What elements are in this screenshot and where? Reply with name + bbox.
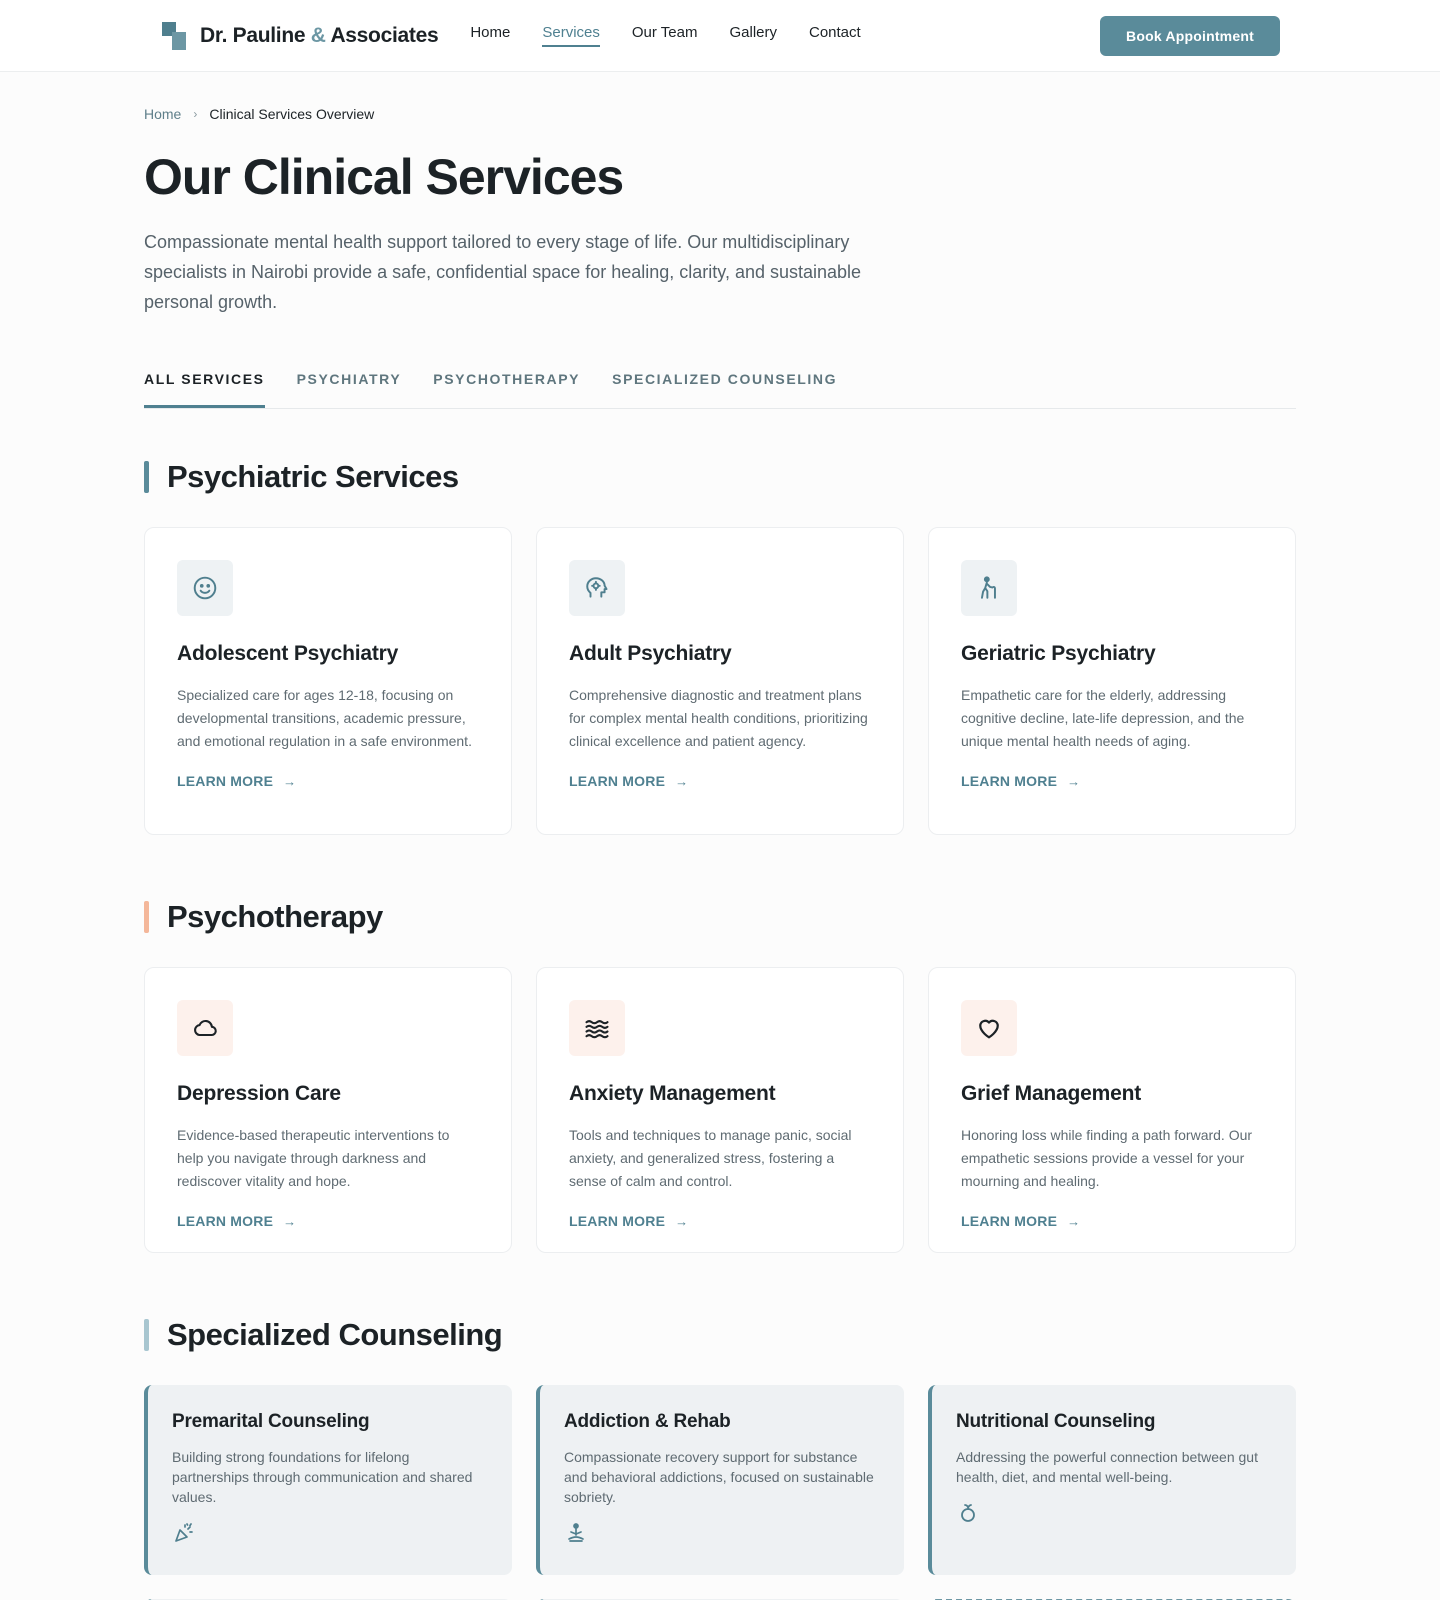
nav-gallery[interactable]: Gallery — [729, 24, 777, 47]
celebration-icon — [172, 1521, 488, 1550]
card-title: Adult Psychiatry — [569, 642, 732, 665]
psychotherapy-cards: Depression Care Evidence-based therapeut… — [144, 967, 1296, 1253]
service-tabs: ALL SERVICES PSYCHIATRY PSYCHOTHERAPY SP… — [144, 361, 1296, 409]
section-title-text: Psychiatric Services — [167, 459, 459, 494]
card-description: Tools and techniques to manage panic, so… — [569, 1127, 852, 1189]
meditation-icon — [564, 1521, 880, 1550]
card-title: Anxiety Management — [569, 1082, 776, 1105]
breadcrumb-current: Clinical Services Overview — [209, 106, 375, 122]
tab-psychotherapy[interactable]: PSYCHOTHERAPY — [433, 361, 580, 408]
learn-more-link[interactable]: LEARN MORE → — [961, 1213, 1263, 1229]
section-title-psychotherapy: Psychotherapy — [144, 899, 1296, 935]
breadcrumb: Home › Clinical Services Overview — [144, 106, 1296, 122]
nav-services[interactable]: Services — [542, 24, 600, 47]
book-appointment-button[interactable]: Book Appointment — [1100, 16, 1280, 56]
card-description: Building strong foundations for lifelong… — [172, 1449, 473, 1505]
tab-specialized-counseling[interactable]: SPECIALIZED COUNSELING — [612, 361, 837, 408]
section-accent-bar — [144, 1319, 149, 1351]
heart-icon — [961, 1000, 1017, 1056]
section-title-text: Specialized Counseling — [167, 1317, 503, 1352]
service-card-geriatric: Geriatric Psychiatry Empathetic care for… — [928, 527, 1296, 835]
nutrition-icon — [956, 1501, 1272, 1530]
service-card-adolescent: Adolescent Psychiatry Specialized care f… — [144, 527, 512, 835]
learn-more-link[interactable]: LEARN MORE → — [177, 773, 479, 789]
card-description: Evidence-based therapeutic interventions… — [177, 1127, 450, 1189]
section-accent-bar — [144, 901, 149, 933]
service-card-adult: Adult Psychiatry Comprehensive diagnosti… — [536, 527, 904, 835]
main-nav: Home Services Our Team Gallery Contact — [470, 24, 861, 47]
logo[interactable]: Dr. Pauline & Associates — [162, 21, 439, 50]
card-description: Specialized care for ages 12-18, focusin… — [177, 687, 472, 749]
site-header: Dr. Pauline & Associates Home Services O… — [0, 0, 1440, 72]
waves-icon — [569, 1000, 625, 1056]
specialized-cards: Premarital Counseling Building strong fo… — [144, 1385, 1296, 1575]
service-card-addiction[interactable]: Addiction & Rehab Compassionate recovery… — [536, 1385, 904, 1575]
page-title: Our Clinical Services — [144, 149, 624, 205]
card-title: Grief Management — [961, 1082, 1142, 1105]
card-title: Adolescent Psychiatry — [177, 642, 399, 665]
brand-name: Dr. Pauline & Associates — [200, 23, 439, 47]
card-description: Compassionate recovery support for subst… — [564, 1449, 874, 1505]
psychiatric-cards: Adolescent Psychiatry Specialized care f… — [144, 527, 1296, 835]
elderly-walking-icon — [961, 560, 1017, 616]
card-title: Addiction & Rehab — [564, 1411, 731, 1432]
arrow-right-icon: → — [1067, 773, 1081, 789]
tab-psychiatry[interactable]: PSYCHIATRY — [297, 361, 402, 408]
card-title: Depression Care — [177, 1082, 341, 1105]
card-title: Premarital Counseling — [172, 1411, 370, 1432]
main-content: Home › Clinical Services Overview Our Cl… — [144, 72, 1296, 1600]
service-card-nutritional[interactable]: Nutritional Counseling Addressing the po… — [928, 1385, 1296, 1575]
arrow-right-icon: → — [675, 1213, 689, 1229]
section-title-text: Psychotherapy — [167, 899, 383, 934]
card-description: Addressing the powerful connection betwe… — [956, 1449, 1258, 1485]
card-description: Comprehensive diagnostic and treatment p… — [569, 687, 868, 749]
nav-home[interactable]: Home — [470, 24, 510, 47]
learn-more-link[interactable]: LEARN MORE → — [961, 773, 1263, 789]
arrow-right-icon: → — [283, 773, 297, 789]
service-card-grief: Grief Management Honoring loss while fin… — [928, 967, 1296, 1253]
card-title: Nutritional Counseling — [956, 1411, 1156, 1432]
card-title: Geriatric Psychiatry — [961, 642, 1156, 665]
card-description: Empathetic care for the elderly, address… — [961, 687, 1245, 749]
chevron-right-icon: › — [193, 107, 198, 121]
learn-more-link[interactable]: LEARN MORE → — [177, 1213, 479, 1229]
learn-more-link[interactable]: LEARN MORE → — [569, 1213, 871, 1229]
nav-contact[interactable]: Contact — [809, 24, 861, 47]
page-intro: Compassionate mental health support tail… — [144, 232, 862, 312]
service-card-depression: Depression Care Evidence-based therapeut… — [144, 967, 512, 1253]
smile-icon — [177, 560, 233, 616]
arrow-right-icon: → — [675, 773, 689, 789]
tab-all-services[interactable]: ALL SERVICES — [144, 361, 265, 408]
head-gear-icon — [569, 560, 625, 616]
service-card-premarital[interactable]: Premarital Counseling Building strong fo… — [144, 1385, 512, 1575]
arrow-right-icon: → — [283, 1213, 297, 1229]
section-title-psychiatric: Psychiatric Services — [144, 459, 1296, 495]
cloud-icon — [177, 1000, 233, 1056]
section-accent-bar — [144, 461, 149, 493]
section-title-specialized: Specialized Counseling — [144, 1317, 1296, 1353]
card-description: Honoring loss while finding a path forwa… — [961, 1127, 1253, 1189]
service-card-anxiety: Anxiety Management Tools and techniques … — [536, 967, 904, 1253]
breadcrumb-home[interactable]: Home — [144, 106, 181, 122]
learn-more-link[interactable]: LEARN MORE → — [569, 773, 871, 789]
logo-mark-icon — [162, 21, 188, 50]
nav-our-team[interactable]: Our Team — [632, 24, 698, 47]
arrow-right-icon: → — [1067, 1213, 1081, 1229]
